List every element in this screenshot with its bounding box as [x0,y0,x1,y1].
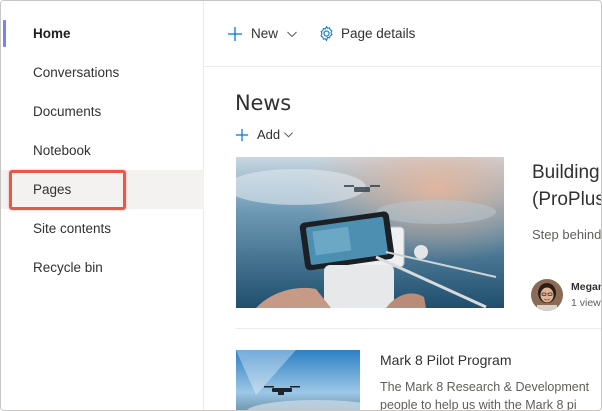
author-name[interactable]: Megan [571,281,601,293]
page-details-button[interactable]: Page details [318,25,415,42]
new-button[interactable]: New [227,26,298,42]
nav-item-label: Pages [33,182,72,197]
nav-item-documents[interactable]: Documents [1,92,204,131]
plus-icon [235,128,249,141]
hero-news-title[interactable]: Building (ProPlus [532,159,602,213]
main-content: News Add Building (ProPlus Step behind M… [204,67,602,411]
nav-item-recycle-bin[interactable]: Recycle bin [1,248,204,287]
add-label: Add [257,127,281,142]
avatar [531,279,563,311]
nav-item-pages[interactable]: Pages [1,170,204,209]
news-heading: News [235,91,291,115]
author-avatar-image [531,279,563,311]
sharepoint-window: Home Conversations Documents Notebook Pa… [0,0,602,411]
news-item-description-line2: people to help us with the Mark 8 pi [380,398,577,411]
page-details-label: Page details [341,26,416,41]
nav-item-label: Site contents [33,221,112,236]
news-item-description-line1: The Mark 8 Research & Development [380,380,590,394]
hero-title-line1: Building [532,162,600,183]
hero-news-description: Step behind [532,227,602,242]
news-item-description: The Mark 8 Research & Development people… [380,378,601,411]
left-navigation: Home Conversations Documents Notebook Pa… [1,1,204,410]
hero-title-line2: (ProPlus [532,189,602,210]
command-bar: New Page details [204,1,601,67]
news-divider [236,328,601,329]
nav-item-label: Conversations [33,65,120,80]
nav-item-home[interactable]: Home [1,14,204,53]
news-item-title[interactable]: Mark 8 Pilot Program [380,352,511,368]
nav-item-site-contents[interactable]: Site contents [1,209,204,248]
drone-sky-image [236,350,360,410]
nav-item-label: Documents [33,104,102,119]
nav-item-label: Recycle bin [33,260,103,275]
hero-news-image[interactable] [236,157,504,308]
view-count: 1 view [571,297,601,309]
nav-item-label: Home [33,26,71,41]
chevron-down-icon [287,31,297,37]
news-item-thumbnail[interactable] [236,350,360,410]
chevron-down-icon [284,132,294,138]
drone-controller-image [236,157,504,308]
new-button-label: New [251,26,279,41]
gear-icon [320,26,333,41]
add-news-button[interactable]: Add [235,127,294,142]
nav-item-notebook[interactable]: Notebook [1,131,204,170]
nav-item-label: Notebook [33,143,91,158]
plus-icon [228,26,242,41]
nav-item-conversations[interactable]: Conversations [1,53,204,92]
